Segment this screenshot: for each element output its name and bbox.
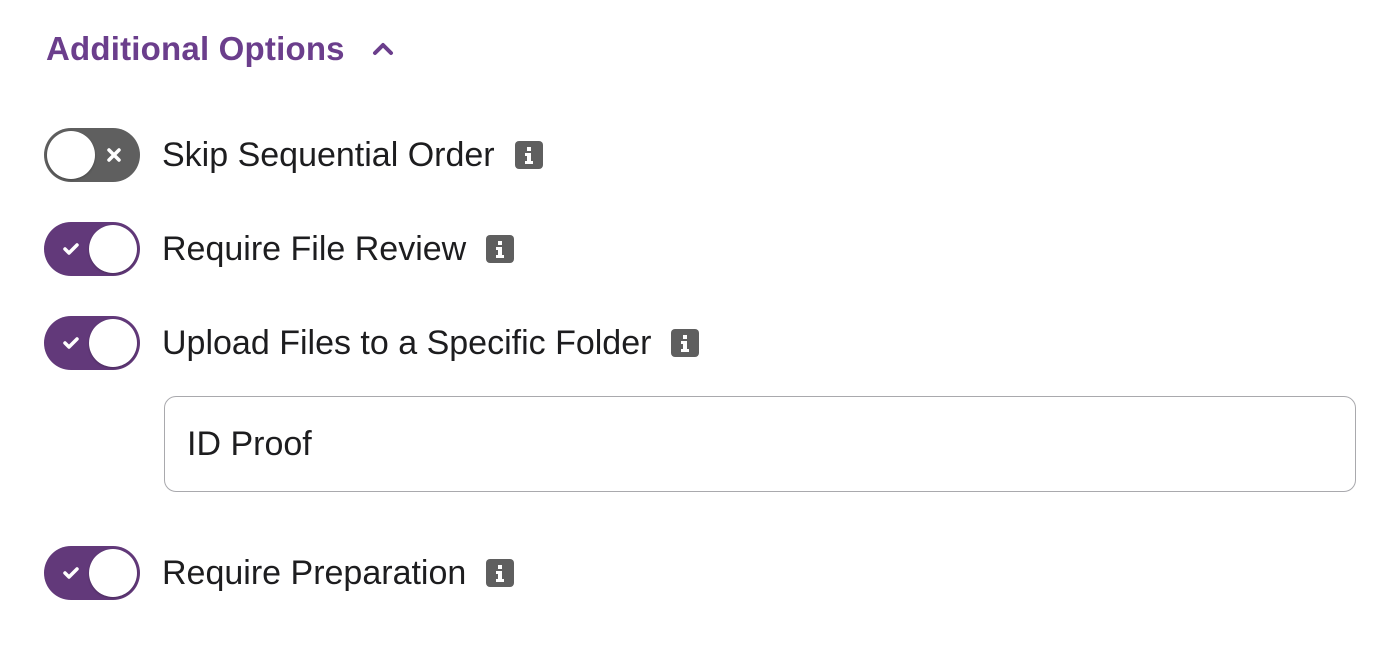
- upload-files-to-folder-toggle[interactable]: [44, 316, 140, 370]
- info-icon[interactable]: [671, 329, 700, 357]
- option-skip-sequential-order: Skip Sequential Order: [44, 128, 543, 182]
- info-icon[interactable]: [514, 141, 543, 169]
- toggle-knob: [89, 225, 137, 273]
- skip-sequential-order-toggle[interactable]: [44, 128, 140, 182]
- option-label: Require File Review: [162, 229, 467, 268]
- info-icon[interactable]: [486, 235, 515, 263]
- additional-options-header[interactable]: Additional Options: [46, 30, 395, 68]
- section-title: Additional Options: [46, 30, 345, 67]
- option-require-preparation: Require Preparation: [44, 546, 515, 600]
- toggle-knob: [89, 319, 137, 367]
- chevron-up-icon[interactable]: [371, 41, 395, 57]
- folder-name-input[interactable]: [164, 396, 1356, 492]
- info-icon[interactable]: [486, 559, 515, 587]
- toggle-knob: [47, 131, 95, 179]
- option-label: Upload Files to a Specific Folder: [162, 323, 652, 362]
- option-label: Require Preparation: [162, 553, 467, 592]
- option-require-file-review: Require File Review: [44, 222, 515, 276]
- option-label: Skip Sequential Order: [162, 135, 495, 174]
- checkmark-icon: [63, 337, 79, 349]
- checkmark-icon: [63, 243, 79, 255]
- require-file-review-toggle[interactable]: [44, 222, 140, 276]
- checkmark-icon: [63, 567, 79, 579]
- toggle-knob: [89, 549, 137, 597]
- x-icon: [107, 148, 121, 162]
- option-upload-files-to-folder: Upload Files to a Specific Folder: [44, 316, 700, 370]
- require-preparation-toggle[interactable]: [44, 546, 140, 600]
